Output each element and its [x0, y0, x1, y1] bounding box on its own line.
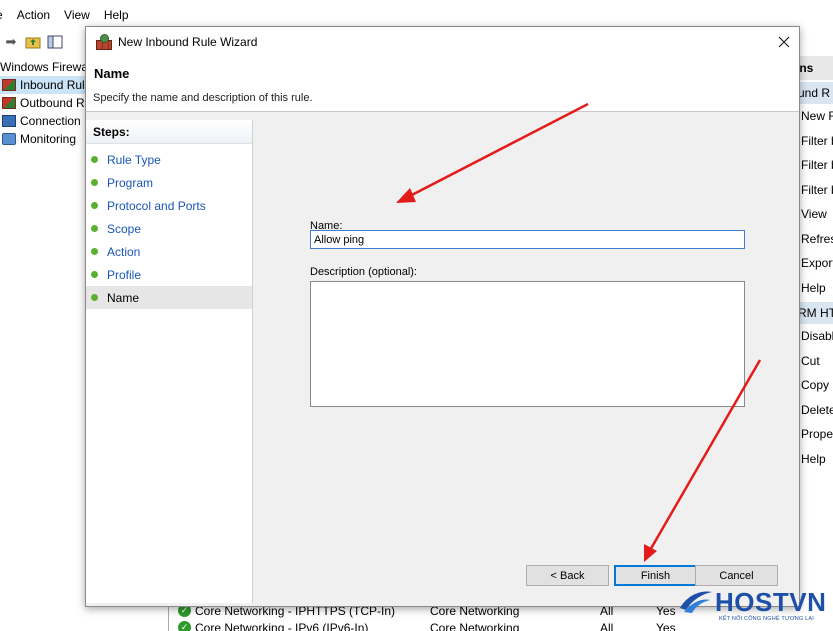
- step-protocol-and-ports[interactable]: Protocol and Ports: [86, 194, 252, 217]
- show-hide-console-tree-icon[interactable]: [46, 33, 64, 51]
- step-label: Rule Type: [107, 152, 161, 167]
- close-icon: [778, 36, 790, 48]
- logo-tagline: KẾT NỐI CÔNG NGHỆ TƯƠNG LAI: [719, 616, 814, 622]
- window-title: New Inbound Rule Wizard: [118, 35, 258, 49]
- page-subtitle: Specify the name and description of this…: [93, 92, 313, 104]
- rule-group: Core Networking: [430, 620, 520, 631]
- mmc-toolbar: ➡: [0, 30, 86, 54]
- monitoring-icon: [2, 133, 16, 145]
- actions-section-rule: RM HT: [798, 302, 833, 324]
- rule-name: Core Networking - IPv6 (IPv6-In): [195, 620, 369, 631]
- actions-pane: ons und R New R Filter b Filter b Filter…: [798, 56, 833, 601]
- steps-panel: Steps: Rule Type Program Protocol and Po…: [86, 120, 252, 603]
- finish-button[interactable]: Finish: [614, 565, 697, 586]
- step-label: Program: [107, 175, 154, 190]
- page-title: Name: [94, 66, 130, 81]
- step-action[interactable]: Action: [86, 240, 252, 263]
- wizard-content: Name: Description (optional): < Back Fin…: [252, 120, 799, 603]
- tree-item-label: Outbound R: [20, 96, 85, 110]
- action-properties[interactable]: Prope: [798, 422, 833, 447]
- tree-item-label: Windows Firewa: [0, 60, 86, 74]
- enabled-check-icon: ✓: [178, 621, 191, 631]
- step-profile[interactable]: Profile: [86, 263, 252, 286]
- menu-action[interactable]: Action: [17, 8, 50, 22]
- action-new-rule[interactable]: New R: [798, 104, 833, 129]
- step-dot-icon: [91, 294, 98, 301]
- wizard-header: Name Specify the name and description of…: [86, 57, 799, 112]
- action-delete[interactable]: Delete: [798, 398, 833, 423]
- name-input[interactable]: [310, 230, 745, 249]
- connection-security-icon: [2, 115, 16, 127]
- rule-enabled: Yes: [656, 620, 676, 631]
- back-button[interactable]: < Back: [526, 565, 609, 586]
- logo-wordmark: HOSTVN: [715, 587, 827, 617]
- action-disable-rule[interactable]: Disabl: [798, 324, 833, 349]
- folder-up-icon[interactable]: [24, 33, 42, 51]
- step-label: Scope: [107, 221, 142, 236]
- step-dot-icon: [91, 248, 98, 255]
- action-refresh[interactable]: Refres: [798, 227, 833, 252]
- actions-header: ons: [798, 56, 833, 80]
- firewall-rule-icon: [2, 79, 16, 91]
- step-dot-icon: [91, 271, 98, 278]
- description-label: Description (optional):: [310, 266, 417, 278]
- menu-view[interactable]: View: [64, 8, 90, 22]
- close-button[interactable]: [769, 27, 799, 57]
- action-help-rule[interactable]: Help: [798, 447, 833, 472]
- step-label: Action: [107, 244, 141, 259]
- tree-item-label: Connection: [20, 114, 81, 128]
- action-filter-group[interactable]: Filter b: [798, 178, 833, 203]
- menu-file[interactable]: e: [0, 8, 3, 22]
- firewall-rule-icon: [2, 97, 16, 109]
- tree-item-monitoring[interactable]: Monitoring: [0, 130, 86, 148]
- action-filter-state[interactable]: Filter b: [798, 153, 833, 178]
- action-export[interactable]: Export: [798, 251, 833, 276]
- forward-arrow-icon[interactable]: ➡: [2, 33, 20, 51]
- step-dot-icon: [91, 225, 98, 232]
- tree-item-connection-security[interactable]: Connection: [0, 112, 86, 130]
- step-label: Name: [107, 290, 140, 305]
- wizard-title-bar[interactable]: New Inbound Rule Wizard: [86, 27, 799, 57]
- logo-swoosh-icon: [680, 591, 712, 613]
- tree-item-label: Monitoring: [20, 132, 77, 146]
- description-input[interactable]: [310, 281, 745, 407]
- step-label: Profile: [107, 267, 142, 282]
- console-tree: Windows Firewa Inbound Rul Outbound R Co…: [0, 58, 86, 148]
- steps-title: Steps:: [86, 120, 252, 144]
- step-dot-icon: [91, 156, 98, 163]
- step-dot-icon: [91, 179, 98, 186]
- action-copy[interactable]: Copy: [798, 373, 833, 398]
- step-program[interactable]: Program: [86, 171, 252, 194]
- menu-help[interactable]: Help: [104, 8, 129, 22]
- cancel-button[interactable]: Cancel: [695, 565, 778, 586]
- action-filter-profile[interactable]: Filter b: [798, 129, 833, 154]
- step-name[interactable]: Name: [86, 286, 252, 309]
- action-help[interactable]: Help: [798, 276, 833, 301]
- rule-profile: All: [600, 620, 614, 631]
- step-dot-icon: [91, 202, 98, 209]
- tree-item-windows-firewall[interactable]: Windows Firewa: [0, 58, 86, 76]
- tree-item-outbound-rules[interactable]: Outbound R: [0, 94, 86, 112]
- firewall-icon: [96, 34, 112, 50]
- actions-section-inbound: und R: [798, 82, 833, 104]
- action-view[interactable]: View: [798, 202, 833, 227]
- hostvn-logo: HOSTVN KẾT NỐI CÔNG NGHỆ TƯƠNG LAI: [675, 585, 833, 631]
- action-cut[interactable]: Cut: [798, 349, 833, 374]
- tree-item-inbound-rules[interactable]: Inbound Rul: [0, 76, 86, 94]
- step-rule-type[interactable]: Rule Type: [86, 148, 252, 171]
- step-label: Protocol and Ports: [107, 198, 206, 213]
- step-scope[interactable]: Scope: [86, 217, 252, 240]
- tree-item-label: Inbound Rul: [20, 78, 85, 92]
- new-inbound-rule-wizard: New Inbound Rule Wizard Name Specify the…: [85, 26, 800, 607]
